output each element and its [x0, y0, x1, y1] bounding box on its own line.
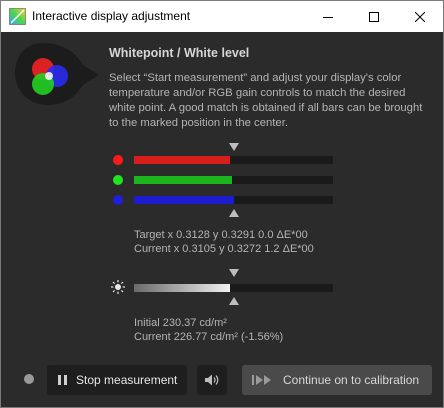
blue-channel-bar [134, 196, 333, 204]
skip-forward-icon [252, 375, 271, 385]
current-readout: Current x 0.3105 y 0.3272 1.2 ΔE*00 [134, 243, 314, 255]
green-channel-bar [134, 176, 333, 184]
red-channel-bar [134, 156, 333, 164]
initial-luminance: Initial 230.37 cd/m² [134, 317, 227, 329]
maximize-icon [369, 11, 379, 22]
center-marker-bottom [229, 209, 239, 217]
instructions-text: Select “Start measurement” and adjust yo… [109, 72, 423, 129]
app-icon [9, 8, 26, 25]
minimize-icon [323, 16, 333, 18]
white-level-marker-bottom [229, 297, 239, 305]
white-level-fill [134, 284, 230, 292]
white-level-marker-top [229, 269, 239, 277]
continue-to-calibration-button[interactable]: Continue on to calibration [242, 365, 432, 395]
minimize-button[interactable] [305, 1, 351, 32]
white-level-bar [134, 284, 333, 292]
red-channel-dot [113, 155, 123, 165]
blue-channel-dot [113, 195, 123, 205]
red-channel-fill [134, 156, 230, 164]
pause-icon [58, 375, 67, 385]
measurement-status-indicator [24, 374, 34, 384]
rgb-logo-icon [15, 43, 99, 105]
target-readout: Target x 0.3128 y 0.3291 0.0 ΔE*00 [134, 229, 308, 241]
window-title: Interactive display adjustment [32, 9, 191, 23]
speaker-icon [205, 374, 219, 386]
stop-measurement-label: Stop measurement [76, 373, 178, 387]
green-channel-dot [113, 175, 123, 185]
maximize-button[interactable] [351, 1, 397, 32]
stop-measurement-button[interactable]: Stop measurement [47, 365, 187, 395]
title-bar: Interactive display adjustment [1, 1, 443, 32]
close-icon [415, 11, 425, 22]
app-window: Interactive display adjustment Whitepoin… [0, 0, 444, 408]
blue-channel-fill [134, 196, 234, 204]
green-channel-fill [134, 176, 232, 184]
page-title: Whitepoint / White level [109, 46, 250, 60]
close-button[interactable] [397, 1, 443, 32]
current-luminance: Current 226.77 cd/m² (-1.56%) [134, 331, 284, 343]
center-marker-top [229, 143, 239, 151]
continue-to-calibration-label: Continue on to calibration [283, 373, 420, 387]
sound-toggle-button[interactable] [197, 365, 227, 395]
sun-icon [111, 280, 125, 294]
